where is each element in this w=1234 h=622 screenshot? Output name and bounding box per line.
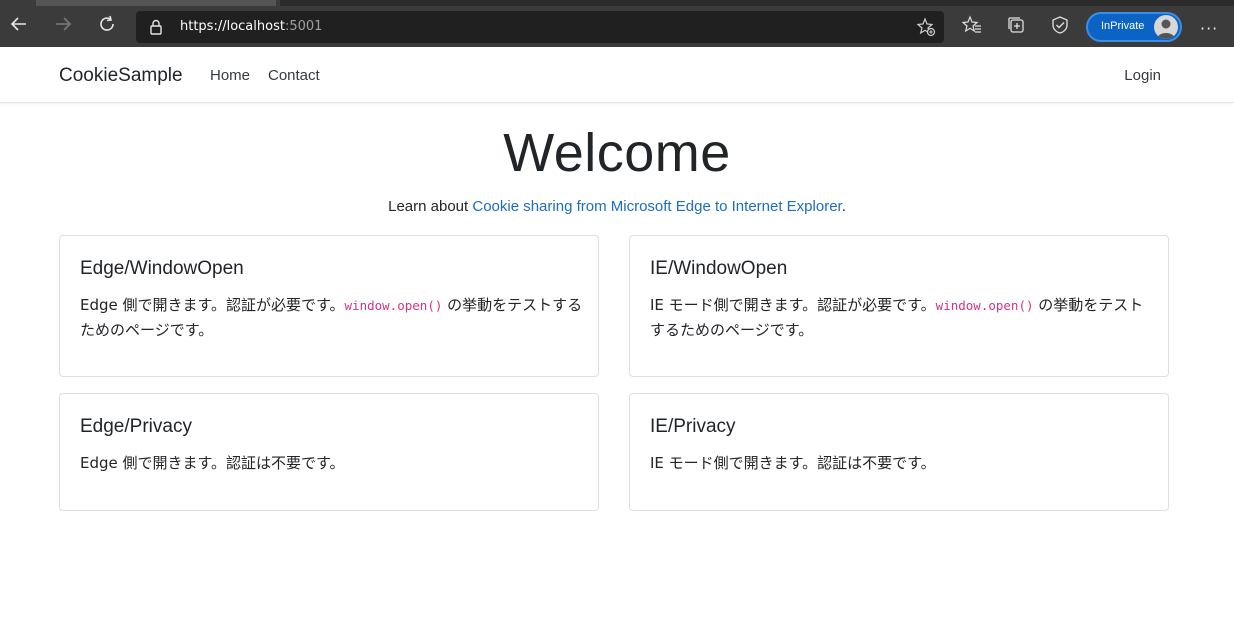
browser-essentials-icon[interactable]: [1049, 14, 1071, 36]
card-text: IE モード側で開きます。認証は不要です。: [650, 454, 936, 472]
profile-avatar-icon: [1154, 15, 1178, 39]
code-snippet: window.open(): [935, 298, 1034, 313]
url-text[interactable]: https://localhost:5001: [180, 19, 322, 34]
refresh-icon[interactable]: [95, 12, 119, 36]
card-text: IE モード側で開きます。認証が必要です。window.open() の挙動をテ…: [650, 296, 1144, 339]
back-arrow-icon[interactable]: [7, 12, 31, 36]
card-edge-windowopen[interactable]: Edge/WindowOpen Edge 側で開きます。認証が必要です。wind…: [59, 235, 599, 377]
nav-link-contact[interactable]: Contact: [268, 67, 320, 84]
hero-subtitle-suffix: .: [841, 198, 846, 215]
site-navbar: CookieSample Home Contact Login: [0, 47, 1234, 103]
inprivate-label: InPrivate: [1101, 20, 1145, 32]
brand-link[interactable]: CookieSample: [59, 65, 183, 87]
page-title: Welcome: [503, 123, 731, 183]
browser-toolbar: https://localhost:5001 InPrivate ···: [0, 0, 1234, 47]
hero-subtitle: Learn about Cookie sharing from Microsof…: [0, 198, 1234, 215]
card-ie-windowopen[interactable]: IE/WindowOpen IE モード側で開きます。認証が必要です。windo…: [629, 235, 1169, 377]
card-title[interactable]: IE/Privacy: [650, 416, 736, 438]
card-text: Edge 側で開きます。認証が必要です。window.open() の挙動をテス…: [80, 296, 583, 339]
card-edge-privacy[interactable]: Edge/Privacy Edge 側で開きます。認証は不要です。: [59, 393, 599, 511]
card-title[interactable]: IE/WindowOpen: [650, 258, 787, 280]
code-snippet: window.open(): [344, 298, 443, 313]
login-link[interactable]: Login: [1124, 67, 1161, 84]
hero-subtitle-prefix: Learn about: [388, 198, 473, 215]
card-title[interactable]: Edge/WindowOpen: [80, 258, 244, 280]
card-ie-privacy[interactable]: IE/Privacy IE モード側で開きます。認証は不要です。: [629, 393, 1169, 511]
card-title[interactable]: Edge/Privacy: [80, 416, 192, 438]
collections-icon[interactable]: [1005, 14, 1027, 36]
tab-strip: [36, 0, 276, 6]
more-options-icon[interactable]: ···: [1200, 19, 1218, 38]
tab-strip-background: [280, 0, 1234, 6]
address-bar[interactable]: https://localhost:5001: [136, 11, 944, 43]
favorites-icon[interactable]: [961, 14, 983, 36]
forward-arrow-icon[interactable]: [51, 12, 75, 36]
card-text: Edge 側で開きます。認証は不要です。: [80, 454, 345, 472]
cookie-sharing-link[interactable]: Cookie sharing from Microsoft Edge to In…: [472, 198, 841, 215]
inprivate-button[interactable]: InPrivate: [1086, 12, 1182, 42]
nav-link-home[interactable]: Home: [210, 67, 250, 84]
add-favorite-icon[interactable]: [916, 17, 936, 41]
lock-icon[interactable]: [150, 19, 162, 39]
